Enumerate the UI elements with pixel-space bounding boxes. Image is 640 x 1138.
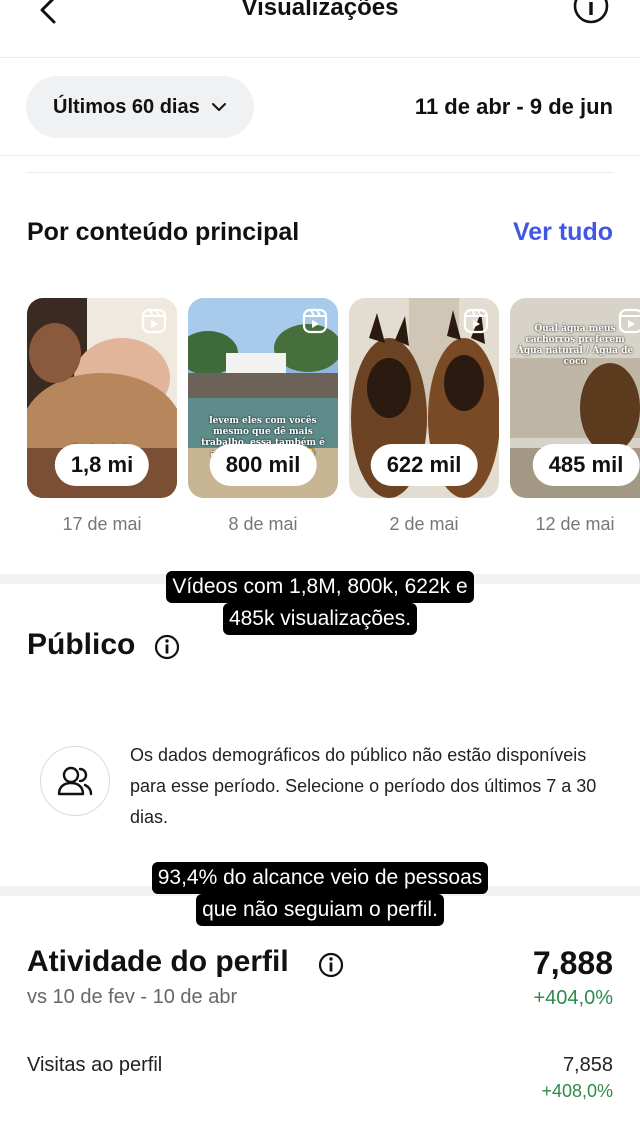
divider: [26, 172, 614, 173]
reel-thumbnail-4[interactable]: Qual água meus cachorros preferem Água n…: [510, 298, 640, 498]
views-count-badge: 485 mil: [532, 444, 640, 486]
profile-visits-label: Visitas ao perfil: [27, 1054, 163, 1076]
reel-icon: [302, 308, 328, 334]
chevron-down-icon: [211, 103, 226, 111]
page-title: Visualizações: [241, 0, 399, 21]
profile-visits-value: 7,858: [562, 1054, 613, 1076]
info-icon: [573, 0, 609, 24]
profile-activity-title: Atividade do perfil: [27, 945, 289, 978]
reel-icon: [463, 308, 489, 334]
views-count-badge: 622 mil: [370, 444, 478, 486]
reel-date: 2 de mai: [389, 514, 459, 534]
audience-title: Público: [27, 628, 136, 661]
info-button[interactable]: [572, 0, 610, 28]
date-range-dropdown[interactable]: Últimos 60 dias: [26, 76, 254, 138]
reel-icon: [141, 308, 167, 334]
filter-row: Últimos 60 dias 11 de abr - 9 de jun: [0, 58, 640, 156]
reel-thumbnail-1[interactable]: Cach… dade 1,8 mi: [27, 298, 177, 498]
reel-date: 17 de mai: [62, 514, 142, 534]
overlay-text: Vídeos com 1,8M, 800k, 622k e: [166, 571, 474, 603]
info-icon[interactable]: [154, 634, 180, 660]
views-count-badge: 800 mil: [209, 444, 317, 486]
story-overlay-reach: 93,4% do alcance veio de pessoas que não…: [0, 862, 640, 926]
reel-date: 12 de mai: [535, 514, 615, 534]
comparison-period: vs 10 de fev - 10 de abr: [27, 986, 238, 1008]
overlay-text: 93,4% do alcance veio de pessoas: [151, 862, 489, 894]
date-range-text: 11 de abr - 9 de jun: [414, 94, 613, 119]
reel-thumbnail-3[interactable]: 622 mil: [349, 298, 499, 498]
date-range-dropdown-label: Últimos 60 dias: [53, 95, 200, 118]
people-icon: [57, 766, 93, 796]
reel-thumbnail-2[interactable]: levem eles com vocês mesmo que dê mais t…: [188, 298, 338, 498]
overlay-text: que não seguiam o perfil.: [196, 894, 444, 926]
reel-icon: [618, 308, 640, 334]
story-overlay-videos: Vídeos com 1,8M, 800k, 622k e 485k visua…: [0, 571, 640, 635]
overlay-text: 485k visualizações.: [222, 603, 418, 635]
reel-date: 8 de mai: [228, 514, 298, 534]
profile-visits-change: +408,0%: [541, 1081, 613, 1101]
audience-unavailable-message: Os dados demográficos do público não est…: [130, 745, 597, 827]
info-icon[interactable]: [318, 952, 344, 978]
top-content-title: Por conteúdo principal: [27, 218, 300, 246]
audience-icon-circle: [40, 746, 110, 816]
profile-activity-change: +404,0%: [533, 987, 613, 1009]
top-bar: Visualizações: [0, 0, 640, 58]
profile-activity-total: 7,888: [532, 945, 613, 981]
views-count-badge: 1,8 mi: [54, 444, 150, 486]
see-all-link[interactable]: Ver tudo: [513, 218, 613, 247]
